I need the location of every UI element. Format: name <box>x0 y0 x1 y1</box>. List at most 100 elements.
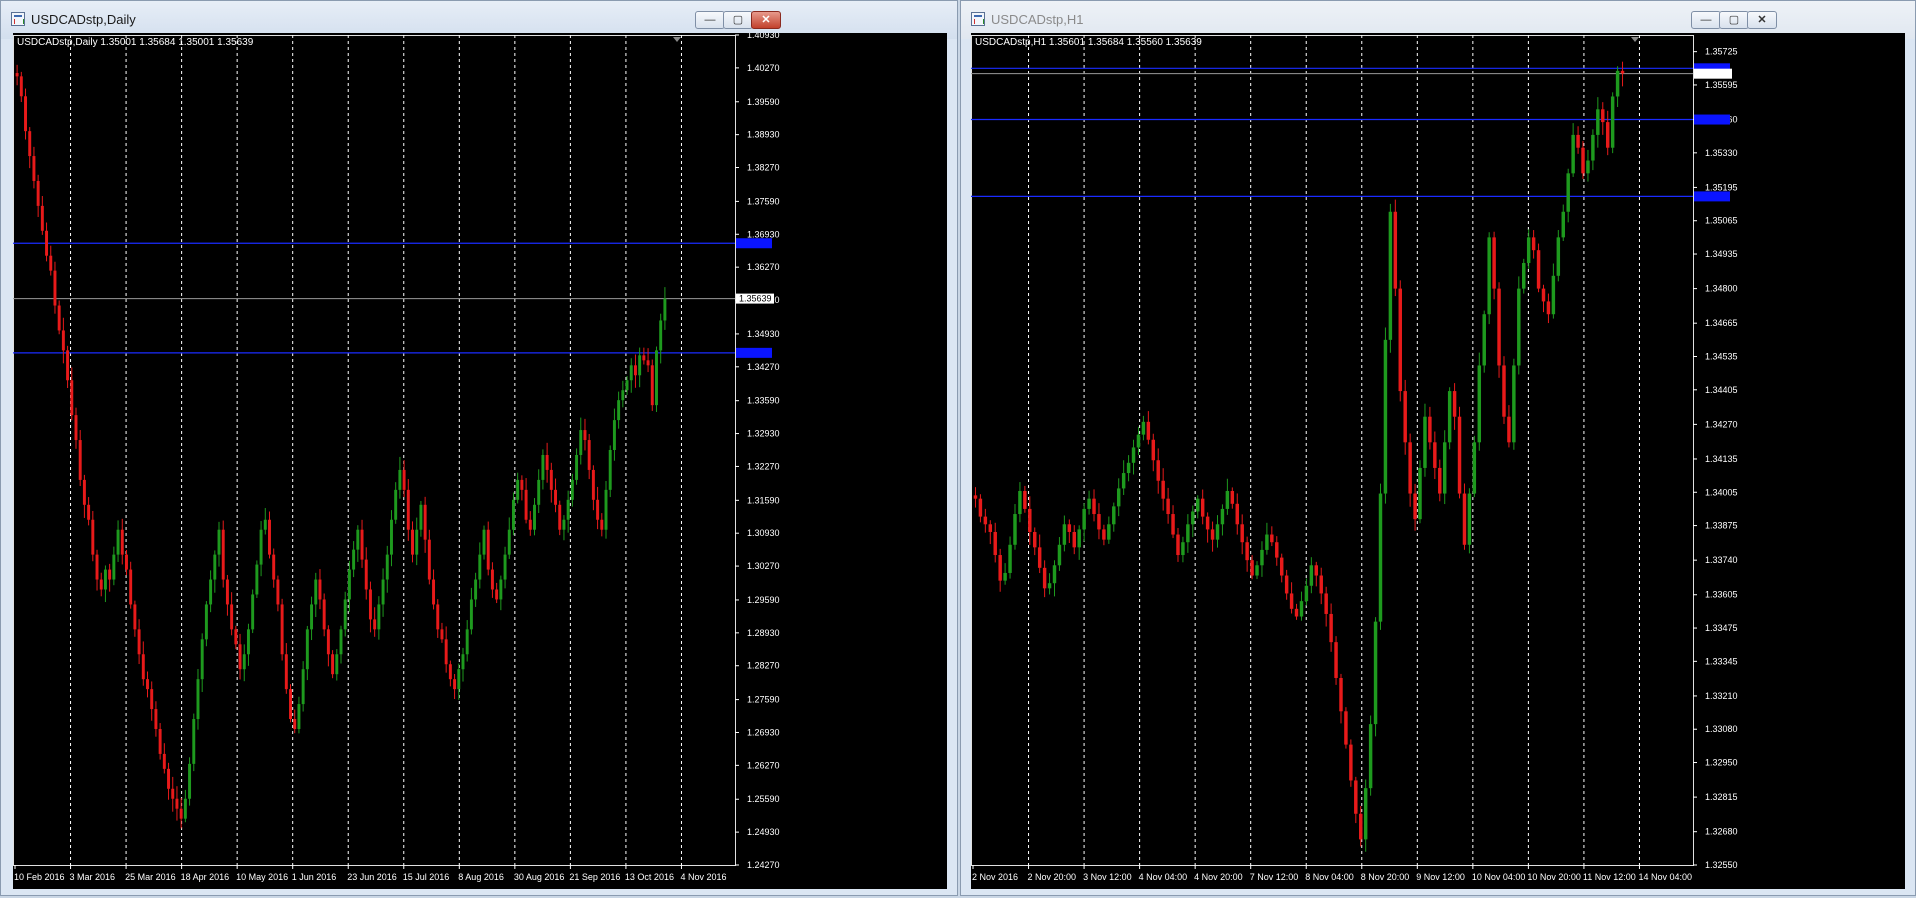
chart-shift-marker[interactable] <box>1631 37 1639 42</box>
date-axis-label: 23 Jun 2016 <box>347 872 397 882</box>
candle-body <box>469 599 473 630</box>
candle-body <box>583 430 587 441</box>
candle-body <box>554 489 558 505</box>
candle-body <box>1126 462 1131 474</box>
candle-body <box>629 365 633 381</box>
date-axis-label: 9 Nov 12:00 <box>1416 872 1465 882</box>
candle-body <box>66 350 70 381</box>
candle-body <box>1131 447 1136 463</box>
candle-body <box>234 629 238 645</box>
candle-body <box>36 180 40 206</box>
chart-shift-marker[interactable] <box>673 37 681 42</box>
candle-body <box>1526 237 1531 263</box>
date-axis-label: 1 Jun 2016 <box>292 872 337 882</box>
candle-body <box>1176 534 1180 556</box>
price-axis-label: 1.34005 <box>1705 487 1738 497</box>
candle-body <box>24 96 27 132</box>
candle-body <box>1082 508 1086 530</box>
candle-body <box>1092 498 1096 515</box>
candle-body <box>339 629 343 655</box>
candle-body <box>268 519 271 555</box>
candle-body <box>1383 339 1388 494</box>
price-axis-label: 1.34405 <box>1705 385 1738 395</box>
chart-area-h1[interactable]: 1.357251.355951.354601.353301.351951.350… <box>971 33 1905 889</box>
candle-body <box>465 629 469 655</box>
price-axis-label: 1.29590 <box>747 595 780 605</box>
price-axis-label: 1.32950 <box>1705 758 1738 768</box>
candle-body <box>87 504 91 520</box>
candle-body <box>411 529 414 555</box>
candle-body <box>427 539 431 580</box>
price-axis-label: 1.35725 <box>1705 47 1738 57</box>
candle-body <box>255 564 259 595</box>
candle-body <box>1512 365 1516 443</box>
candle-body <box>1408 442 1412 494</box>
candle-body <box>318 579 322 600</box>
price-axis-label: 1.34270 <box>747 362 780 372</box>
candle-body <box>1260 549 1264 566</box>
close-button[interactable]: ✕ <box>751 11 781 29</box>
daily-candlestick-chart[interactable]: 1.40930 1.40270 1.39590 1.38930 1.38270 1.375… <box>13 33 947 889</box>
chart-window-daily[interactable]: USDCADstp,Daily — ▢ ✕ 1.40930 1.40270 1.39… <box>0 0 958 896</box>
price-axis-label: 1.40270 <box>747 63 780 73</box>
candle-body <box>331 654 335 675</box>
candle-body <box>314 579 318 605</box>
candle-body <box>1275 542 1279 558</box>
candle-body <box>1270 534 1274 543</box>
date-axis-label: 25 Mar 2016 <box>125 872 176 882</box>
chart-window-h1[interactable]: USDCADstp,H1 — ▢ ✕ 1.357251.355951.35460… <box>960 0 1916 896</box>
maximize-button[interactable]: ▢ <box>723 11 753 29</box>
candle-body <box>1601 109 1605 123</box>
candle-body <box>1477 365 1482 443</box>
candle-body <box>103 569 107 590</box>
candle-body <box>1018 490 1022 515</box>
price-axis-label: 1.34270 <box>1705 419 1738 429</box>
minimize-button[interactable]: — <box>695 11 725 29</box>
chart-window-icon <box>971 12 985 26</box>
chart-area-daily[interactable]: 1.40930 1.40270 1.39590 1.38930 1.38270 1.375… <box>13 33 947 889</box>
price-axis-label: 1.33210 <box>1705 691 1738 701</box>
candle-body <box>120 529 124 555</box>
candle-body <box>158 728 162 754</box>
candle-body <box>1591 134 1595 161</box>
h1-candlestick-chart[interactable]: 1.357251.355951.354601.353301.351951.350… <box>971 33 1905 889</box>
candle-body <box>1057 544 1062 566</box>
price-axis-label: 1.39590 <box>747 97 780 107</box>
level-price-tag <box>1694 114 1730 125</box>
price-axis-label: 1.32270 <box>747 461 780 471</box>
plot-frame <box>971 35 1694 866</box>
candle-body <box>1037 547 1042 568</box>
candle-body <box>398 469 402 490</box>
candle-body <box>1605 122 1610 148</box>
candle-body <box>1102 529 1106 540</box>
candle-body <box>655 350 658 406</box>
candle-body <box>993 531 997 556</box>
candle-body <box>141 654 145 680</box>
minimize-button[interactable]: — <box>1691 11 1721 29</box>
price-axis-label: 1.34665 <box>1705 318 1738 328</box>
candle-body <box>364 559 368 590</box>
close-button[interactable]: ✕ <box>1747 11 1777 29</box>
candle-body <box>1576 134 1580 148</box>
maximize-button[interactable]: ▢ <box>1719 11 1749 29</box>
candle-body <box>453 679 457 690</box>
candle-body <box>1354 780 1358 814</box>
candle-body <box>1008 544 1012 573</box>
candle-body <box>1250 560 1254 576</box>
candle-body <box>40 205 44 231</box>
candle-body <box>1551 275 1556 315</box>
candle-body <box>558 504 562 530</box>
candle-body <box>1215 524 1220 540</box>
price-axis-label: 1.30930 <box>747 528 780 538</box>
price-axis-label: 1.24270 <box>747 860 780 870</box>
candle-body <box>1067 524 1072 532</box>
candle-body <box>242 654 246 670</box>
candle-body <box>356 529 360 550</box>
candle-body <box>1181 542 1185 556</box>
price-axis-label: 1.33345 <box>1705 656 1738 666</box>
candle-body <box>53 270 57 306</box>
candle-body <box>188 763 192 799</box>
candle-body <box>419 504 423 530</box>
candle-body <box>978 498 983 517</box>
candle-body <box>1265 534 1269 550</box>
